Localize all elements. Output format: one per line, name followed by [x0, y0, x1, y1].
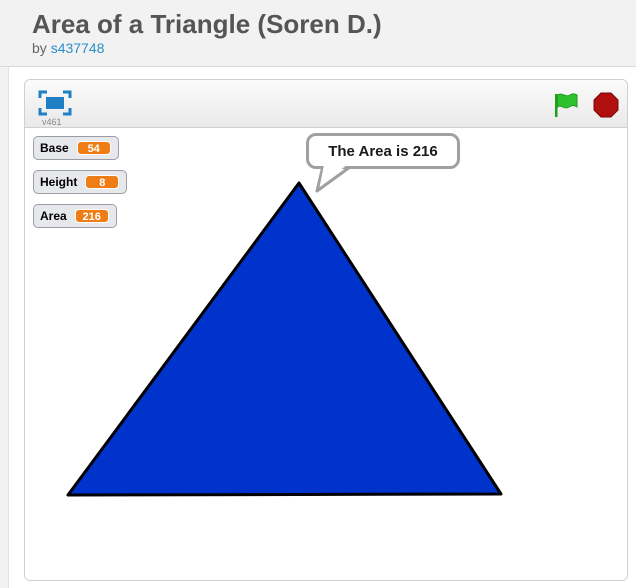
stage[interactable]: Base 54 Height 8 Area 216 The Area is 21…: [25, 128, 627, 580]
project-page: Area of a Triangle (Soren D.) by s437748…: [0, 0, 636, 588]
stop-button[interactable]: [593, 92, 619, 118]
fullscreen-icon: [38, 90, 72, 116]
stop-sign-icon: [593, 92, 619, 118]
byline-prefix: by: [32, 40, 47, 56]
player-version: v461: [42, 117, 62, 127]
triangle-sprite: [66, 181, 503, 497]
player-controls: v461: [25, 80, 627, 128]
author-link[interactable]: s437748: [51, 40, 105, 56]
scratch-player: v461 Base 54 Height 8 Area 216 The Area …: [24, 79, 628, 581]
project-byline: by s437748: [32, 40, 104, 56]
speech-bubble: The Area is 216: [306, 133, 460, 169]
green-flag-button[interactable]: [552, 92, 580, 118]
project-header: Area of a Triangle (Soren D.) by s437748: [0, 0, 636, 67]
green-flag-icon: [555, 93, 578, 117]
project-title: Area of a Triangle (Soren D.): [32, 9, 382, 39]
